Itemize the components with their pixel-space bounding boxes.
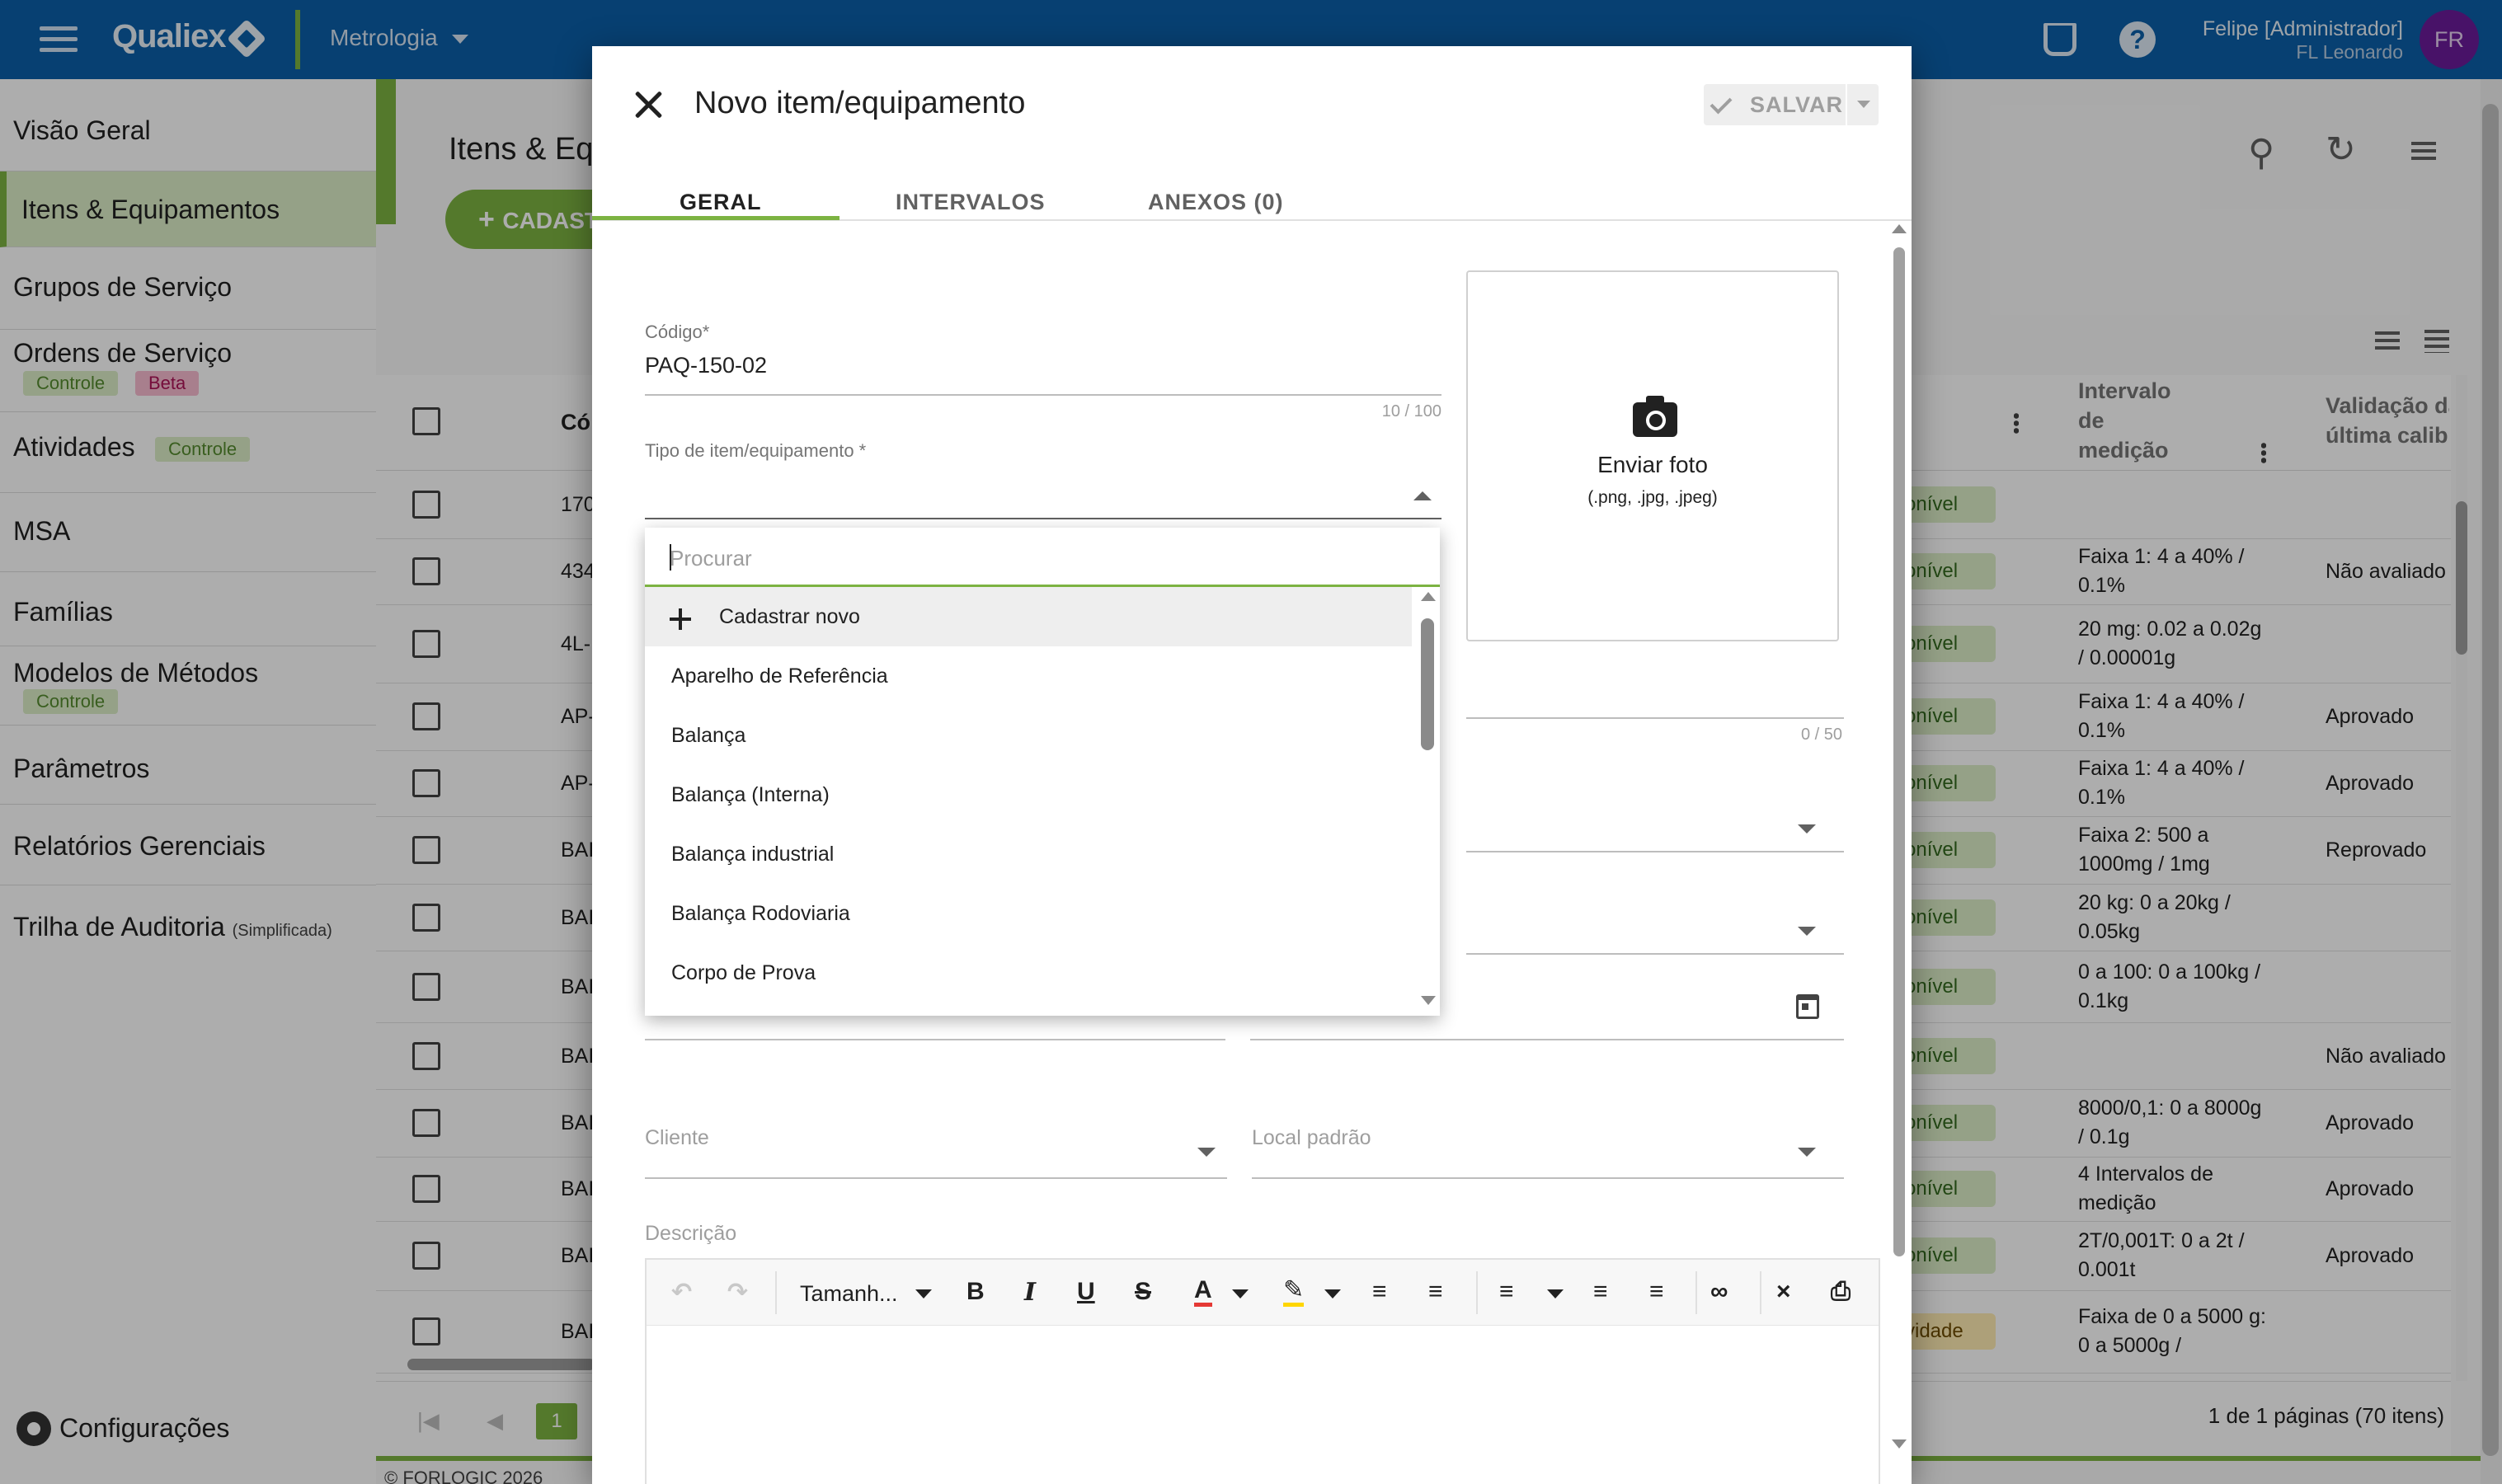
bullet-list-icon[interactable]: ≡ xyxy=(1372,1278,1387,1306)
tab-geral[interactable]: GERAL xyxy=(680,190,762,215)
underline-icon[interactable]: U xyxy=(1077,1278,1095,1306)
hidden-select-underline xyxy=(1466,953,1844,955)
undo-icon[interactable]: ↶ xyxy=(671,1278,692,1307)
font-size-select[interactable]: Tamanh... xyxy=(800,1281,898,1307)
dropdown-scroll-down-icon[interactable] xyxy=(1421,996,1436,1005)
print-icon[interactable]: ⎙ xyxy=(1831,1278,1851,1306)
active-tab-indicator xyxy=(592,216,839,220)
bold-icon[interactable]: B xyxy=(966,1278,985,1306)
dropdown-scrollbar-thumb[interactable] xyxy=(1421,618,1434,750)
text-color-icon[interactable]: A xyxy=(1194,1278,1212,1307)
dropdown-option[interactable]: Aparelho de Referência xyxy=(645,646,1412,706)
dropdown-scroll-up-icon[interactable] xyxy=(1421,592,1436,601)
hidden-date-underline xyxy=(645,1039,1225,1040)
toolbar-divider xyxy=(775,1271,777,1314)
numbered-list-icon[interactable]: ≡ xyxy=(1428,1278,1443,1306)
description-editor[interactable]: ↶ ↷ Tamanh... B I U S A ✎ ≡ ≡ ≡ ≡ ≡ ∞ × … xyxy=(645,1258,1880,1484)
toolbar-divider xyxy=(1760,1271,1761,1314)
outdent-icon[interactable]: ≡ xyxy=(1593,1278,1608,1306)
type-field-label: Tipo de item/equipamento * xyxy=(645,440,867,461)
location-chevron-down-icon[interactable] xyxy=(1798,1148,1816,1157)
photo-upload-types: (.png, .jpg, .jpeg) xyxy=(1587,488,1718,507)
font-size-chevron-down-icon[interactable] xyxy=(915,1289,932,1298)
align-left-icon[interactable]: ≡ xyxy=(1499,1278,1514,1306)
save-options-chevron-down-icon[interactable] xyxy=(1846,84,1879,125)
toolbar-divider xyxy=(1695,1271,1697,1314)
dropdown-option[interactable]: Balança (Interna) xyxy=(645,765,1412,824)
save-button[interactable]: SALVAR xyxy=(1704,84,1851,125)
dropdown-option[interactable]: Balança xyxy=(645,706,1412,765)
select-chevron-down-icon[interactable] xyxy=(1798,824,1816,834)
editor-toolbar: ↶ ↷ Tamanh... B I U S A ✎ ≡ ≡ ≡ ≡ ≡ ∞ × … xyxy=(647,1260,1879,1326)
plus-icon xyxy=(670,608,691,630)
client-select-label[interactable]: Cliente xyxy=(645,1126,709,1150)
location-select-label[interactable]: Local padrão xyxy=(1252,1126,1371,1150)
photo-upload[interactable]: Enviar foto (.png, .jpg, .jpeg) xyxy=(1466,270,1839,641)
dialog-scroll-up-icon[interactable] xyxy=(1892,224,1907,233)
tab-anexos[interactable]: ANEXOS (0) xyxy=(1148,190,1284,215)
clear-format-icon[interactable]: × xyxy=(1776,1278,1791,1306)
italic-icon[interactable]: I xyxy=(1024,1278,1036,1307)
calendar-icon[interactable] xyxy=(1796,994,1819,1019)
dropdown-option[interactable]: Corpo de Prova xyxy=(645,943,1412,1003)
align-chevron-down-icon[interactable] xyxy=(1547,1289,1564,1298)
dialog-scroll-down-icon[interactable] xyxy=(1892,1439,1907,1449)
hidden-date-underline xyxy=(1250,1039,1844,1040)
description-label: Descrição xyxy=(645,1222,737,1245)
type-select-underline xyxy=(645,518,1441,519)
location-select-underline xyxy=(1252,1177,1844,1179)
dialog-title: Novo item/equipamento xyxy=(694,86,1026,120)
dropdown-search[interactable]: Procurar xyxy=(645,528,1440,587)
tab-intervalos[interactable]: INTERVALOS xyxy=(896,190,1046,215)
text-color-chevron-down-icon[interactable] xyxy=(1232,1289,1249,1298)
dialog-scrollbar-thumb[interactable] xyxy=(1893,247,1905,1256)
hidden-select-underline xyxy=(1466,851,1844,852)
type-dropdown: Procurar Cadastrar novo Aparelho de Refe… xyxy=(645,528,1440,1016)
code-input[interactable]: PAQ-150-02 xyxy=(645,353,767,378)
client-chevron-down-icon[interactable] xyxy=(1197,1148,1216,1157)
code-field-label: Código* xyxy=(645,322,710,342)
close-icon[interactable] xyxy=(633,89,663,119)
dropdown-option[interactable]: Balança Rodoviaria xyxy=(645,884,1412,943)
client-select-underline xyxy=(645,1177,1227,1179)
type-chevron-up-icon[interactable] xyxy=(1413,491,1432,500)
code-char-counter: 10 / 100 xyxy=(1381,402,1441,420)
hidden-field-underline xyxy=(1466,717,1844,719)
dropdown-option[interactable]: Balança industrial xyxy=(645,824,1412,884)
camera-icon xyxy=(1633,396,1677,437)
toolbar-divider xyxy=(1476,1271,1478,1314)
code-input-underline xyxy=(645,394,1441,396)
strikethrough-icon[interactable]: S xyxy=(1135,1278,1151,1306)
link-icon[interactable]: ∞ xyxy=(1710,1278,1728,1306)
dropdown-search-input[interactable]: Procurar xyxy=(670,546,752,571)
dropdown-option-cadastrar-novo[interactable]: Cadastrar novo xyxy=(645,587,1412,646)
check-icon xyxy=(1710,92,1733,115)
indent-icon[interactable]: ≡ xyxy=(1649,1278,1664,1306)
hidden-char-counter: 0 / 50 xyxy=(1800,726,1842,744)
highlight-chevron-down-icon[interactable] xyxy=(1324,1289,1341,1298)
highlight-color-icon[interactable]: ✎ xyxy=(1283,1278,1305,1307)
photo-upload-label: Enviar foto xyxy=(1597,452,1708,477)
select-chevron-down-icon[interactable] xyxy=(1798,927,1816,936)
redo-icon[interactable]: ↷ xyxy=(727,1278,748,1307)
